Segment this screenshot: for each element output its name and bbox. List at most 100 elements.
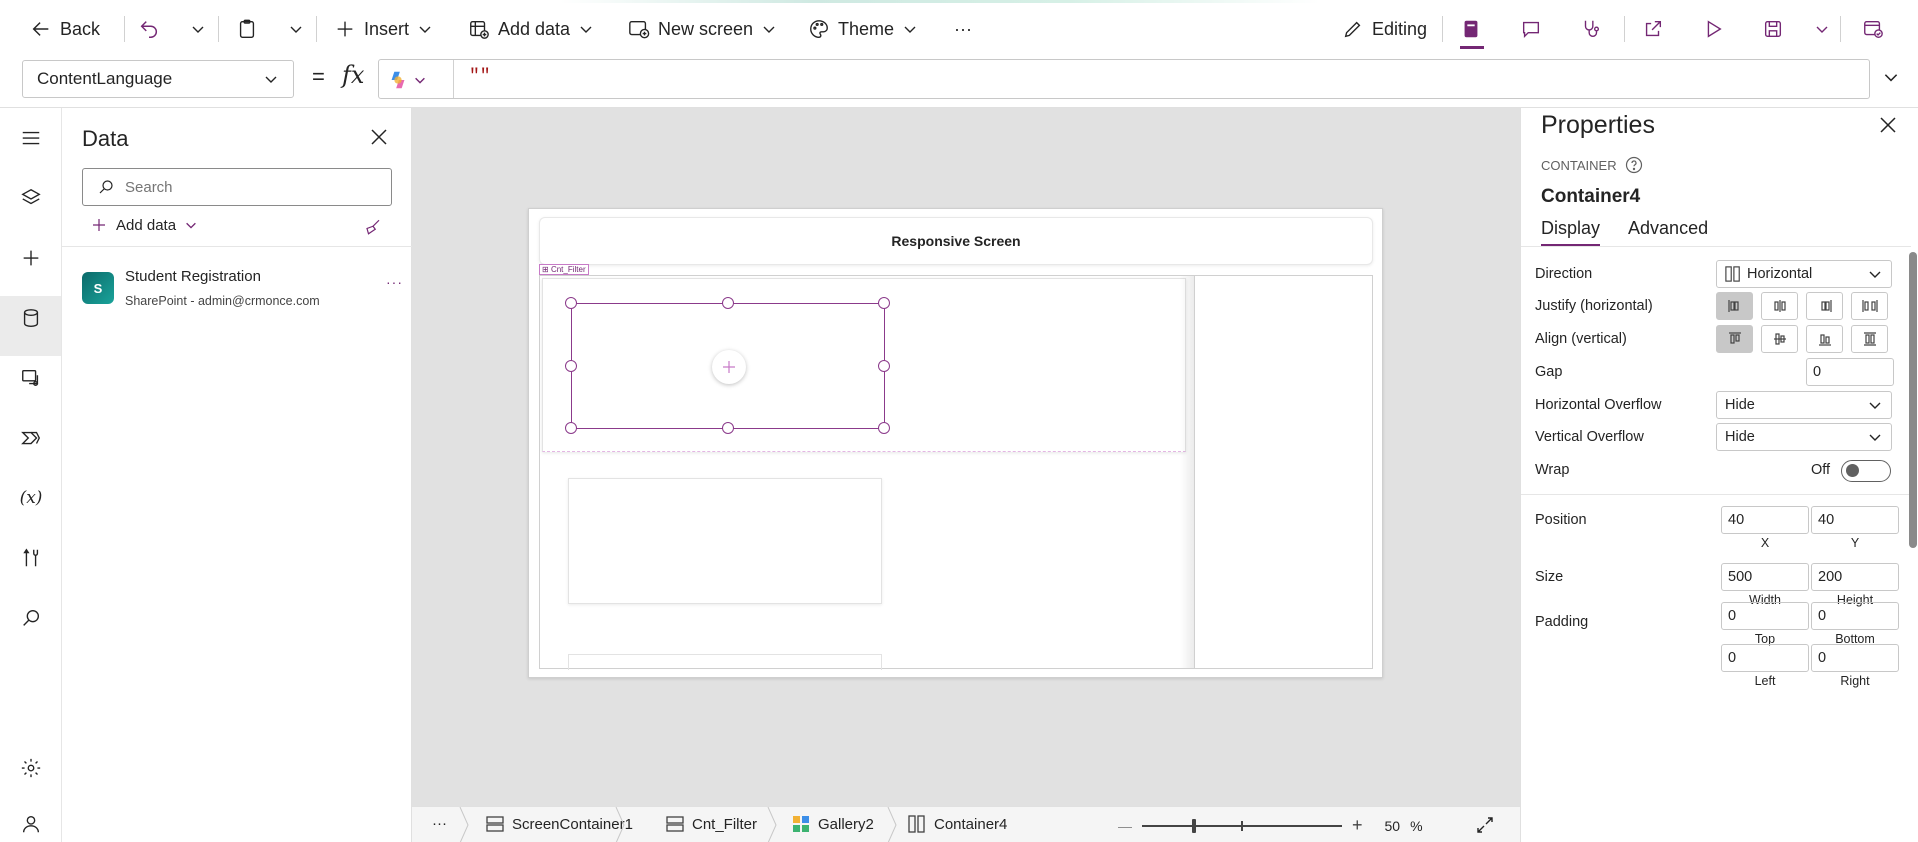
gap-input[interactable]: 0 [1806, 358, 1894, 386]
zoom-slider[interactable] [1142, 817, 1342, 835]
right-column-container[interactable] [1194, 276, 1372, 668]
screen-header[interactable]: Responsive Screen [539, 217, 1373, 265]
zoom-out-button[interactable]: — [1118, 818, 1132, 834]
copilot-button[interactable] [387, 69, 427, 91]
resize-handle[interactable] [878, 297, 890, 309]
add-data-button[interactable]: Add data [468, 14, 594, 44]
advanced-tools-rail-button[interactable] [17, 544, 45, 572]
back-button[interactable]: Back [30, 14, 100, 44]
horizontal-overflow-dropdown[interactable]: Hide [1716, 391, 1892, 419]
padding-right-input[interactable]: 0 [1811, 644, 1899, 672]
breadcrumb-cnt-filter[interactable]: Cnt_Filter [666, 815, 757, 833]
selected-container[interactable] [565, 297, 890, 434]
data-source-item[interactable]: S Student Registration SharePoint - admi… [82, 268, 402, 324]
expand-formula-button[interactable] [1882, 68, 1900, 86]
width-input[interactable]: 500 [1721, 563, 1809, 591]
notebook-button[interactable] [1460, 14, 1482, 44]
tab-display[interactable]: Display [1541, 218, 1601, 247]
paste-button[interactable] [236, 14, 258, 44]
preview-button[interactable] [1702, 14, 1724, 44]
help-icon[interactable] [1625, 156, 1643, 174]
app-checker-button[interactable] [1580, 14, 1602, 44]
height-input[interactable]: 200 [1811, 563, 1899, 591]
breadcrumb-screencontainer[interactable]: ScreenContainer1 [486, 815, 633, 833]
clear-button[interactable] [364, 218, 382, 236]
fit-to-window-button[interactable] [1476, 816, 1494, 834]
design-canvas[interactable]: Responsive Screen ⊞ Cnt_Filter [412, 108, 1520, 806]
undo-dropdown[interactable] [190, 14, 206, 44]
data-source-more-button[interactable]: ··· [386, 274, 403, 290]
save-dropdown[interactable] [1814, 14, 1830, 44]
property-dropdown[interactable]: ContentLanguage [22, 60, 294, 98]
breadcrumb-container4[interactable]: Container4 [908, 815, 1007, 833]
resize-handle[interactable] [722, 422, 734, 434]
gallery-item[interactable] [568, 478, 882, 604]
editing-mode-button[interactable]: Editing [1342, 14, 1427, 44]
zoom-in-button[interactable]: + [1352, 815, 1363, 836]
breadcrumb-gallery2[interactable]: Gallery2 [792, 815, 874, 833]
position-x-input[interactable]: 40 [1721, 506, 1809, 534]
align-buttons [1716, 325, 1888, 353]
settings-rail-button[interactable] [17, 754, 45, 782]
align-middle-button[interactable] [1761, 325, 1798, 353]
resize-handle[interactable] [878, 360, 890, 372]
variables-rail-button[interactable]: (x) [17, 484, 45, 512]
close-properties-button[interactable] [1879, 116, 1897, 134]
power-automate-rail-button[interactable] [17, 424, 45, 452]
app-screen[interactable]: Responsive Screen ⊞ Cnt_Filter [528, 208, 1383, 678]
share-icon [1642, 18, 1664, 40]
breadcrumb-more-button[interactable]: ··· [432, 815, 447, 832]
more-commands-button[interactable]: ··· [954, 14, 972, 44]
close-data-pane-button[interactable] [370, 128, 388, 146]
zoom-slider-thumb[interactable] [1192, 818, 1196, 833]
resize-handle[interactable] [722, 297, 734, 309]
justify-center-button[interactable] [1761, 292, 1798, 320]
undo-button[interactable] [138, 14, 160, 44]
publish-button[interactable] [1862, 14, 1884, 44]
justify-space-between-button[interactable] [1851, 292, 1888, 320]
insert-rail-button[interactable] [17, 244, 45, 272]
align-top-button[interactable] [1716, 325, 1753, 353]
share-button[interactable] [1642, 14, 1664, 44]
media-rail-button[interactable] [17, 364, 45, 392]
insert-button[interactable]: Insert [334, 14, 433, 44]
position-y-input[interactable]: 40 [1811, 506, 1899, 534]
justify-start-button[interactable] [1716, 292, 1753, 320]
padding-left-input[interactable]: 0 [1721, 644, 1809, 672]
align-bottom-button[interactable] [1806, 325, 1843, 353]
theme-button[interactable]: Theme [808, 14, 918, 44]
fx-icon[interactable]: fx [342, 61, 364, 89]
tree-view-button[interactable] [17, 184, 45, 212]
virtual-agent-rail-button[interactable] [17, 810, 45, 838]
add-data-source-button[interactable]: Add data [90, 216, 198, 234]
add-control-button[interactable] [712, 350, 746, 384]
align-stretch-button[interactable] [1851, 325, 1888, 353]
padding-bottom-input[interactable]: 0 [1811, 602, 1899, 630]
formula-input[interactable]: "" [378, 59, 1870, 99]
direction-dropdown[interactable]: Horizontal [1716, 260, 1892, 288]
comments-button[interactable] [1520, 14, 1542, 44]
search-rail-button[interactable] [17, 604, 45, 632]
new-screen-button[interactable]: New screen [628, 14, 777, 44]
control-name[interactable]: Container4 [1541, 186, 1640, 208]
wrap-toggle[interactable] [1841, 460, 1891, 482]
body-container[interactable] [539, 275, 1373, 670]
paste-dropdown[interactable] [288, 14, 304, 44]
hamburger-menu-button[interactable] [17, 124, 45, 152]
resize-handle[interactable] [878, 422, 890, 434]
filter-container[interactable] [542, 278, 1186, 452]
vertical-overflow-dropdown[interactable]: Hide [1716, 423, 1892, 451]
data-rail-button[interactable] [17, 304, 45, 332]
padding-top-input[interactable]: 0 [1721, 602, 1809, 630]
resize-handle[interactable] [565, 360, 577, 372]
data-search-input[interactable] [125, 178, 365, 196]
justify-end-button[interactable] [1806, 292, 1843, 320]
tab-advanced[interactable]: Advanced [1628, 218, 1708, 247]
resize-handle[interactable] [565, 422, 577, 434]
pencil-icon [1342, 18, 1364, 40]
save-button[interactable] [1762, 14, 1784, 44]
data-search-box[interactable] [82, 168, 392, 206]
properties-scrollbar[interactable] [1909, 252, 1917, 548]
gallery-item[interactable] [568, 654, 882, 670]
resize-handle[interactable] [565, 297, 577, 309]
